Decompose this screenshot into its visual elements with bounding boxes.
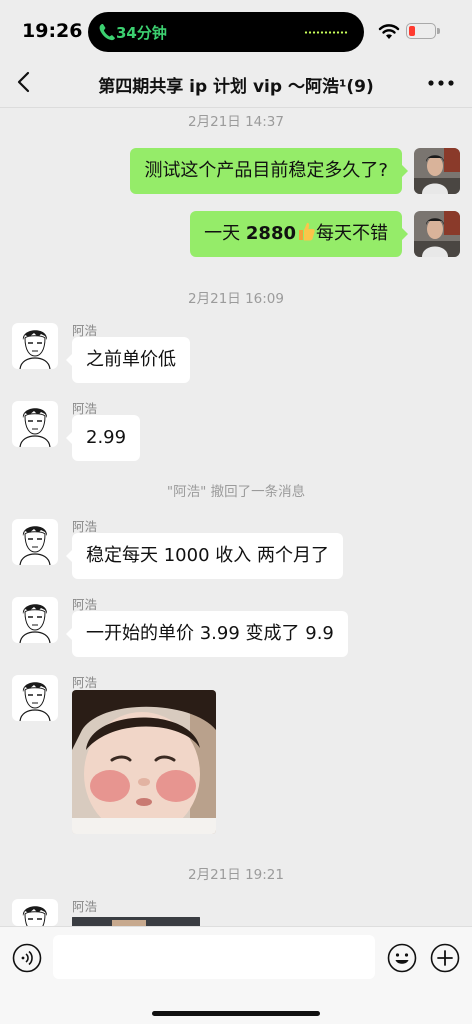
image-message[interactable] (72, 914, 200, 926)
contact-avatar[interactable] (12, 899, 58, 926)
message-bubble-incoming[interactable]: 一开始的单价 3.99 变成了 9.9 (66, 611, 348, 657)
status-bar: 19:26 34分钟 (0, 0, 472, 58)
contact-avatar[interactable] (12, 401, 58, 447)
more-options-icon[interactable] (428, 80, 454, 86)
self-avatar[interactable] (414, 148, 460, 194)
message-bubble-incoming[interactable]: 2.99 (65, 415, 141, 461)
image-message-baby[interactable] (72, 690, 216, 834)
recall-notice: "阿浩" 撤回了一条消息 (166, 484, 306, 500)
sender-name: 阿浩 (72, 899, 98, 914)
voice-input-icon[interactable] (12, 943, 42, 973)
call-indicator[interactable]: 34分钟 (88, 12, 364, 52)
wifi-icon (378, 24, 400, 39)
back-arrow-icon[interactable] (14, 70, 36, 94)
sender-name: 阿浩 (72, 675, 98, 690)
thumbs-up-icon (299, 222, 315, 241)
contact-avatar[interactable] (12, 597, 58, 643)
message-input[interactable] (53, 935, 375, 979)
timestamp: 2月21日 14:37 (188, 114, 284, 130)
input-bar (0, 926, 472, 1024)
home-indicator (152, 1011, 320, 1016)
contact-avatar[interactable] (12, 519, 58, 565)
self-avatar[interactable] (414, 211, 460, 257)
message-bubble-outgoing[interactable]: 一天 2880 每天不错 (190, 211, 408, 257)
timestamp: 2月21日 19:21 (188, 867, 284, 883)
status-time: 19:26 (22, 20, 83, 42)
phone-icon (99, 24, 115, 41)
message-bubble-incoming[interactable]: 之前单价低 (66, 337, 190, 383)
message-bubble-incoming[interactable]: 稳定每天 1000 收入 两个月了 (66, 533, 343, 579)
message-number: 2880 (245, 223, 296, 244)
chat-header: 第四期共享 ip 计划 vip ～阿浩¹(9) (0, 58, 472, 108)
add-attachment-icon[interactable] (430, 943, 460, 973)
call-duration: 34分钟 (116, 24, 167, 42)
emoji-icon[interactable] (387, 943, 417, 973)
audio-wave-icon (304, 31, 348, 34)
chat-title[interactable]: 第四期共享 ip 计划 vip ～阿浩¹(9) (60, 72, 412, 97)
message-bubble-outgoing[interactable]: 测试这个产品目前稳定多久了? (130, 148, 408, 194)
contact-avatar[interactable] (12, 323, 58, 369)
message-text: 一天 (204, 223, 246, 244)
battery-icon (406, 23, 440, 39)
message-text: 每天不错 (316, 223, 388, 244)
timestamp: 2月21日 16:09 (188, 291, 284, 307)
contact-avatar[interactable] (12, 675, 58, 721)
